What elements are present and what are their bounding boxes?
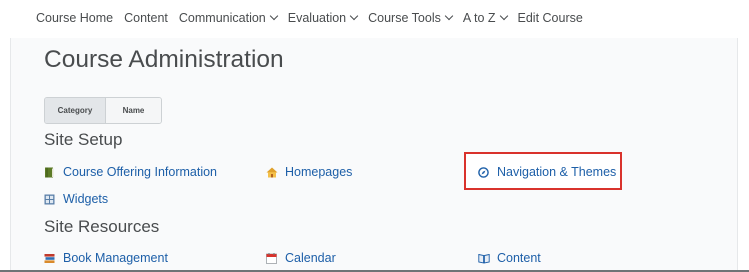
tool-label: Book Management — [63, 251, 168, 265]
course-navbar: Course Home Content Communication Evalua… — [0, 0, 749, 38]
view-by-name-button[interactable]: Name — [105, 98, 161, 123]
tool-navigation-themes[interactable]: Navigation & Themes — [478, 165, 616, 179]
books-icon — [44, 253, 55, 264]
tool-widgets[interactable]: Widgets — [44, 192, 108, 206]
nav-course-tools-menu[interactable]: Course Tools — [368, 11, 454, 25]
section-heading-site-resources: Site Resources — [44, 217, 160, 236]
tool-label: Calendar — [285, 251, 336, 265]
tool-label: Homepages — [285, 165, 353, 179]
chevron-down-icon — [349, 11, 359, 21]
nav-items: Course Home Content Communication Evalua… — [36, 11, 594, 25]
house-icon — [266, 167, 278, 178]
tool-homepages[interactable]: Homepages — [266, 165, 352, 179]
open-book-icon — [478, 253, 490, 264]
book-icon — [44, 167, 55, 178]
nav-label: Course Home — [36, 11, 114, 25]
page-title: Course Administration — [44, 46, 284, 73]
view-toggle: Category Name — [44, 97, 162, 124]
tool-label: Content — [497, 251, 541, 265]
tool-book-management[interactable]: Book Management — [44, 251, 168, 265]
chevron-down-icon — [444, 11, 454, 21]
tool-label: Navigation & Themes — [497, 165, 617, 179]
nav-communication-menu[interactable]: Communication — [178, 11, 278, 25]
nav-label: Edit Course — [517, 11, 583, 25]
tool-content[interactable]: Content — [478, 251, 541, 265]
tool-label: Course Offering Information — [63, 165, 218, 179]
compass-icon — [478, 166, 489, 178]
nav-label: Course Tools — [368, 11, 441, 25]
nav-edit-course[interactable]: Edit Course — [518, 11, 583, 25]
nav-a-to-z-menu[interactable]: A to Z — [462, 11, 508, 25]
tool-label: Widgets — [63, 192, 109, 206]
chevron-down-icon — [499, 11, 508, 21]
nav-content[interactable]: Content — [124, 11, 168, 25]
nav-evaluation-menu[interactable]: Evaluation — [287, 11, 359, 25]
nav-label: A to Z — [462, 11, 496, 25]
calendar-icon — [266, 252, 277, 264]
view-by-category-button[interactable]: Category — [45, 98, 105, 123]
nav-label: Content — [124, 11, 168, 25]
section-heading-site-setup: Site Setup — [44, 130, 123, 149]
chevron-down-icon — [269, 11, 278, 21]
widget-grid-icon — [44, 194, 55, 205]
tool-course-offering-information[interactable]: Course Offering Information — [44, 165, 217, 179]
nav-course-home[interactable]: Course Home — [36, 11, 113, 25]
nav-label: Communication — [178, 11, 266, 25]
tool-calendar[interactable]: Calendar — [266, 251, 336, 265]
nav-label: Evaluation — [287, 11, 347, 25]
